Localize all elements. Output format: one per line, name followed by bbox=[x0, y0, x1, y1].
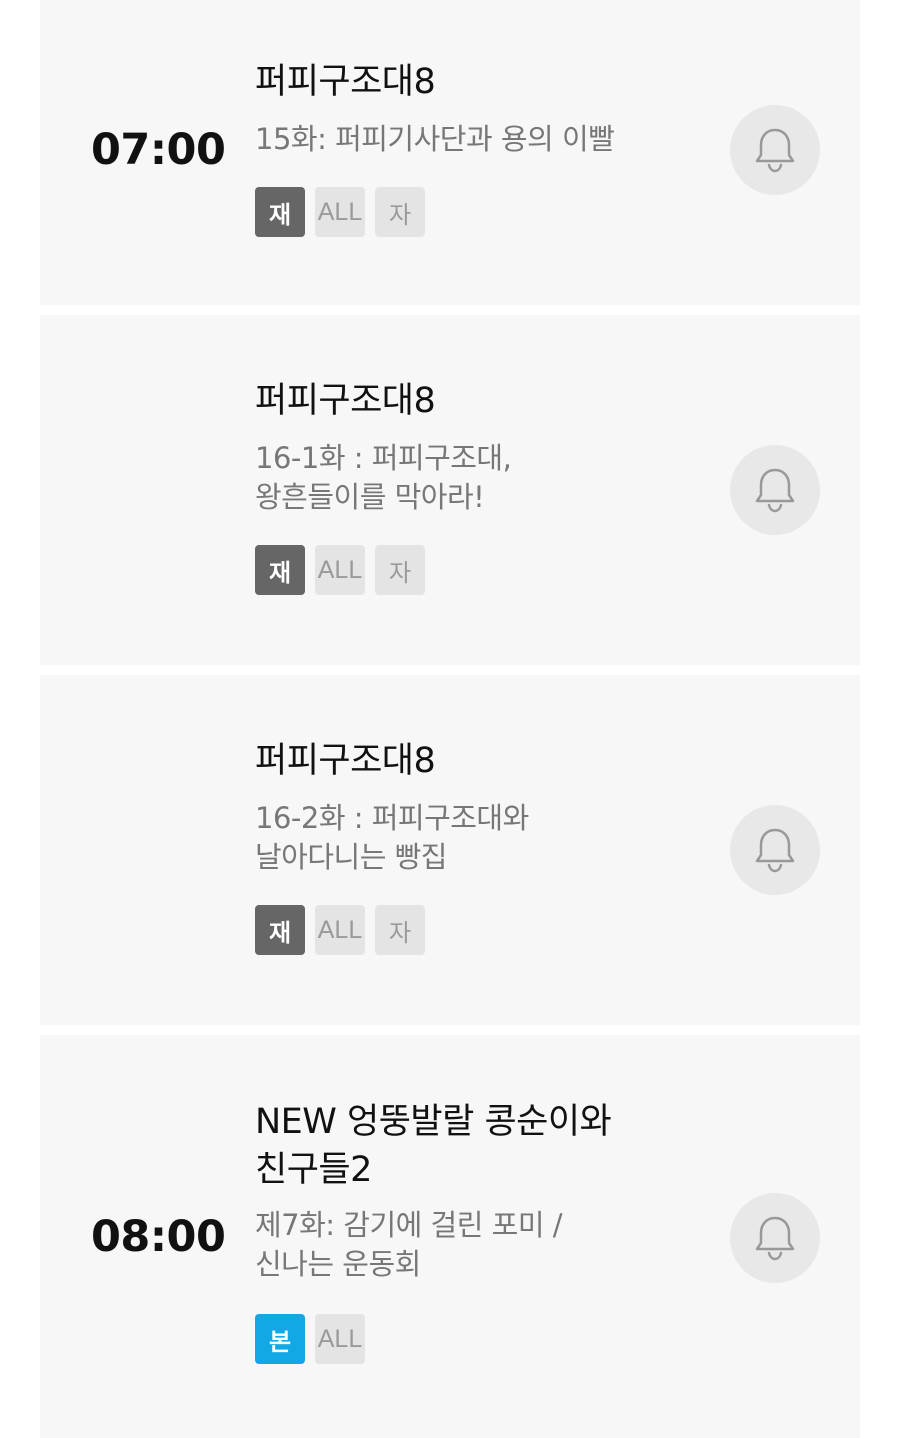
episode-line: 16-2화 : 퍼피구조대와 bbox=[255, 801, 529, 835]
subtitle-badge: 자 bbox=[375, 905, 425, 955]
bell-icon bbox=[755, 128, 795, 173]
rating-all-badge: ALL bbox=[315, 187, 365, 237]
program-info: 퍼피구조대8 15화: 퍼피기사단과 용의 이빨 재 ALL 자 bbox=[255, 58, 685, 237]
alarm-button[interactable] bbox=[730, 805, 820, 895]
program-card-3: 퍼피구조대8 16-2화 : 퍼피구조대와 날아다니는 빵집 재 ALL 자 bbox=[40, 675, 860, 1025]
subtitle-badge: 자 bbox=[375, 545, 425, 595]
program-info: 퍼피구조대8 16-2화 : 퍼피구조대와 날아다니는 빵집 재 ALL 자 bbox=[255, 737, 685, 955]
program-episode: 제7화: 감기에 걸린 포미 / 신나는 운동회 bbox=[255, 1206, 685, 1284]
program-title[interactable]: 퍼피구조대8 bbox=[255, 377, 685, 425]
badge-row: 재 ALL 자 bbox=[255, 545, 685, 595]
alarm-button[interactable] bbox=[730, 1193, 820, 1283]
program-episode: 16-2화 : 퍼피구조대와 날아다니는 빵집 bbox=[255, 799, 685, 877]
badge-row: 재 ALL 자 bbox=[255, 187, 685, 237]
episode-line: 16-1화 : 퍼피구조대, bbox=[255, 441, 512, 475]
episode-line: 신나는 운동회 bbox=[255, 1247, 421, 1281]
alarm-button[interactable] bbox=[730, 445, 820, 535]
program-info: 퍼피구조대8 16-1화 : 퍼피구조대, 왕흔들이를 막아라! 재 ALL 자 bbox=[255, 377, 685, 595]
rerun-badge: 재 bbox=[255, 545, 305, 595]
program-card-1: 07:00 퍼피구조대8 15화: 퍼피기사단과 용의 이빨 재 ALL 자 bbox=[40, 0, 860, 305]
rerun-badge: 재 bbox=[255, 187, 305, 237]
program-episode: 15화: 퍼피기사단과 용의 이빨 bbox=[255, 120, 685, 159]
title-line: NEW 엉뚱발랄 콩순이와 bbox=[255, 1102, 612, 1142]
program-episode: 16-1화 : 퍼피구조대, 왕흔들이를 막아라! bbox=[255, 439, 685, 517]
title-line: 친구들2 bbox=[255, 1150, 372, 1190]
alarm-button[interactable] bbox=[730, 105, 820, 195]
program-time: 08:00 bbox=[91, 1212, 226, 1262]
bell-icon bbox=[755, 1216, 795, 1261]
bell-icon bbox=[755, 828, 795, 873]
program-card-4: 08:00 NEW 엉뚱발랄 콩순이와 친구들2 제7화: 감기에 걸린 포미 … bbox=[40, 1035, 860, 1438]
badge-row: 본 ALL bbox=[255, 1314, 685, 1364]
subtitle-badge: 자 bbox=[375, 187, 425, 237]
episode-line: 제7화: 감기에 걸린 포미 / bbox=[255, 1208, 563, 1242]
program-title[interactable]: 퍼피구조대8 bbox=[255, 737, 685, 785]
rerun-badge: 재 bbox=[255, 905, 305, 955]
program-card-2: 퍼피구조대8 16-1화 : 퍼피구조대, 왕흔들이를 막아라! 재 ALL 자 bbox=[40, 315, 860, 665]
rating-all-badge: ALL bbox=[315, 1314, 365, 1364]
program-title[interactable]: NEW 엉뚱발랄 콩순이와 친구들2 bbox=[255, 1098, 685, 1194]
program-info: NEW 엉뚱발랄 콩순이와 친구들2 제7화: 감기에 걸린 포미 / 신나는 … bbox=[255, 1098, 685, 1364]
episode-line: 날아다니는 빵집 bbox=[255, 840, 447, 874]
premiere-badge: 본 bbox=[255, 1314, 305, 1364]
bell-icon bbox=[755, 468, 795, 513]
badge-row: 재 ALL 자 bbox=[255, 905, 685, 955]
program-time: 07:00 bbox=[91, 125, 226, 175]
rating-all-badge: ALL bbox=[315, 545, 365, 595]
rating-all-badge: ALL bbox=[315, 905, 365, 955]
episode-line: 15화: 퍼피기사단과 용의 이빨 bbox=[255, 122, 615, 156]
program-title[interactable]: 퍼피구조대8 bbox=[255, 58, 685, 106]
episode-line: 왕흔들이를 막아라! bbox=[255, 480, 485, 514]
